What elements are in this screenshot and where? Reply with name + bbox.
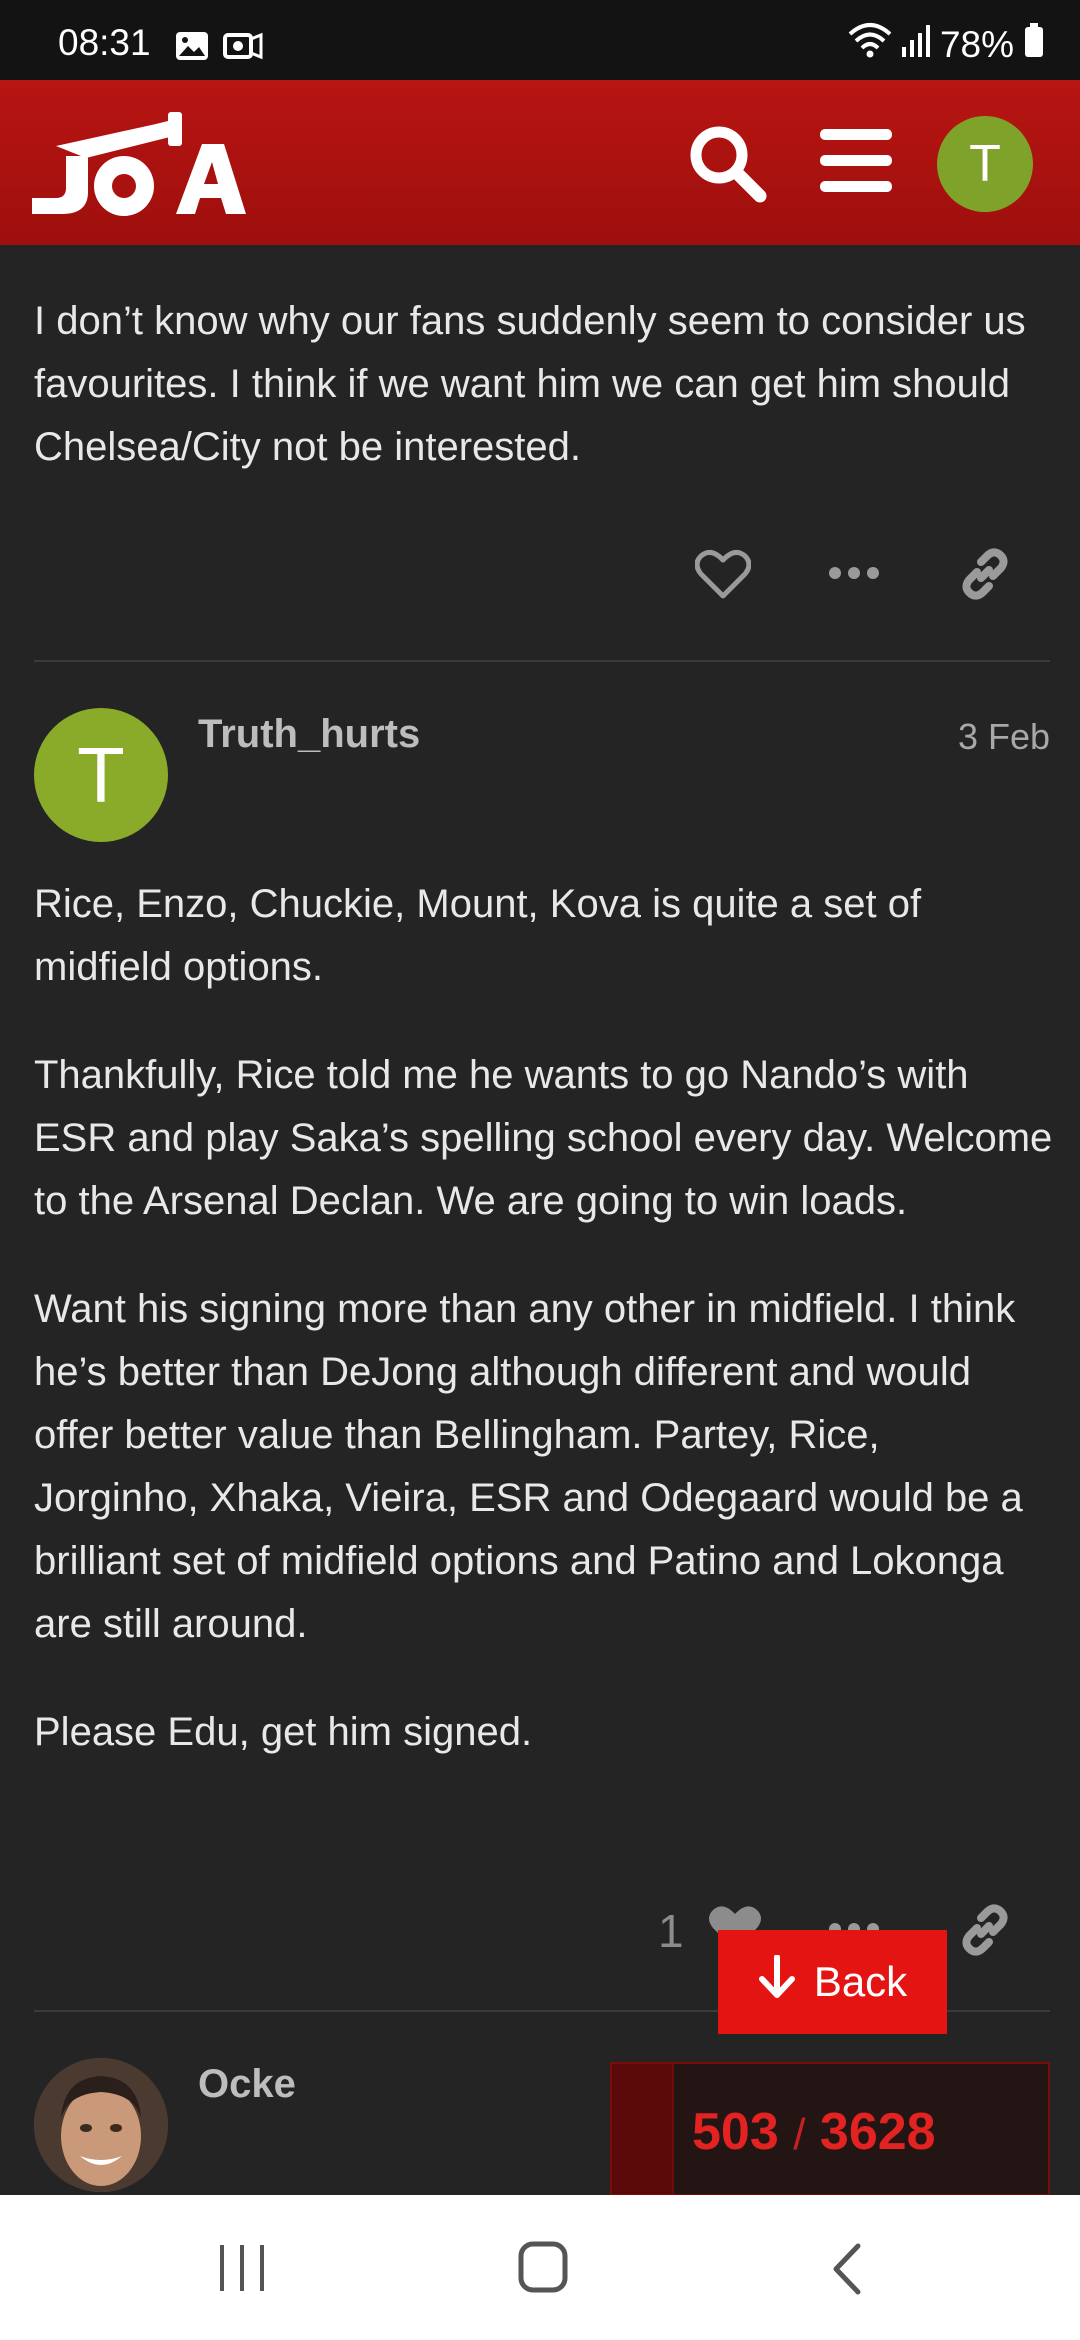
gallery-icon: [175, 28, 209, 70]
avatar-photo: [34, 2058, 168, 2192]
battery-percent: 78%: [939, 23, 1014, 65]
avatar[interactable]: [34, 2058, 168, 2192]
back-nav-icon[interactable]: [832, 2243, 862, 2300]
topic-progress[interactable]: 503 / 3628: [610, 2062, 1050, 2196]
post-paragraph: I don’t know why our fans suddenly seem …: [34, 299, 1026, 469]
search-icon[interactable]: [686, 122, 768, 209]
avatar[interactable]: T: [34, 708, 168, 842]
arrow-down-icon: [758, 1954, 796, 2009]
progress-separator: /: [793, 2110, 806, 2159]
site-logo[interactable]: [26, 106, 246, 221]
post-username[interactable]: Truth_hurts: [198, 712, 420, 757]
home-icon[interactable]: [518, 2241, 568, 2298]
post-divider: [34, 660, 1050, 662]
post-date[interactable]: 3 Feb: [958, 716, 1050, 758]
recent-apps-icon[interactable]: [218, 2243, 266, 2298]
status-time: 08:31: [58, 22, 151, 63]
back-button-label: Back: [813, 1958, 908, 2005]
progress-text: 503 / 3628: [692, 2102, 936, 2162]
progress-total: 3628: [819, 2103, 936, 2161]
post-paragraph: Thankfully, Rice told me he wants to go …: [34, 1053, 1053, 1223]
post-body: I don’t know why our fans suddenly seem …: [34, 290, 1054, 524]
battery-icon: [1024, 23, 1044, 66]
more-options-icon[interactable]: [828, 566, 880, 585]
progress-current: 503: [692, 2103, 779, 2161]
hamburger-menu-icon[interactable]: [820, 127, 892, 198]
user-avatar[interactable]: T: [937, 116, 1033, 212]
site-header: T: [0, 80, 1080, 245]
post-body: Rice, Enzo, Chuckie, Mount, Kova is quit…: [34, 873, 1054, 1809]
signal-icon: [901, 24, 930, 66]
like-count[interactable]: 1: [658, 1904, 684, 1958]
wifi-icon: [848, 22, 892, 67]
link-icon[interactable]: [957, 1902, 1013, 1963]
notification-icon: [223, 28, 263, 70]
post-paragraph: Please Edu, get him signed.: [34, 1710, 533, 1754]
post-paragraph: Want his signing more than any other in …: [34, 1287, 1023, 1646]
status-bar: 08:31 78%: [0, 0, 1080, 80]
progress-fill: [612, 2064, 673, 2194]
system-nav-bar: [0, 2195, 1080, 2340]
link-icon[interactable]: [957, 546, 1013, 607]
heart-icon[interactable]: [694, 548, 752, 605]
post-username[interactable]: Ocke: [198, 2062, 296, 2107]
post-paragraph: Rice, Enzo, Chuckie, Mount, Kova is quit…: [34, 882, 922, 989]
back-button[interactable]: Back: [718, 1930, 947, 2034]
